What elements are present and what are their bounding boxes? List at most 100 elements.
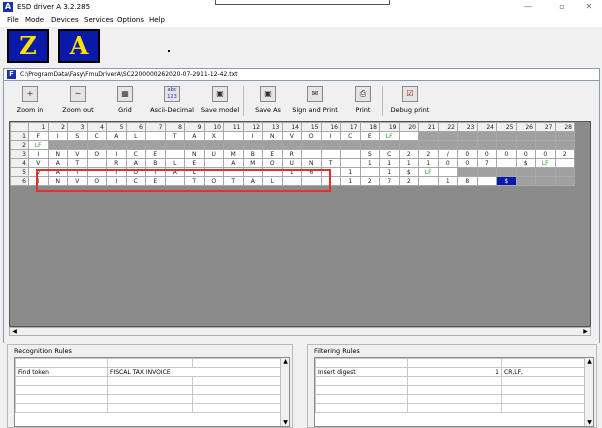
save-model-button[interactable]: ▣ Save model [200, 84, 240, 118]
byte-cell[interactable]: M [223, 149, 244, 159]
byte-cell[interactable]: N [184, 149, 205, 159]
byte-cell[interactable]: N [262, 131, 283, 141]
byte-grid[interactable]: 1 2 3 4 5 6 7 8 9 10 11 12 13 14 15 16 17 18 19 20 21 22 23 24 2… [9, 121, 591, 327]
vertical-scrollbar[interactable]: ▲ ▼ [584, 358, 593, 426]
byte-cell[interactable]: 1 [359, 158, 380, 168]
byte-cell[interactable] [301, 140, 322, 150]
byte-cell[interactable] [379, 140, 400, 150]
ascii-decimal-button[interactable]: abc 123 Ascii-Decimal [146, 84, 198, 118]
column-header[interactable]: 12 [242, 122, 263, 132]
byte-cell[interactable] [106, 140, 127, 150]
byte-cell[interactable]: A [223, 158, 244, 168]
byte-cell[interactable] [145, 140, 166, 150]
byte-cell[interactable] [418, 176, 439, 186]
restore-button[interactable]: ▫ [549, 1, 575, 13]
column-header[interactable]: 10 [203, 122, 224, 132]
byte-cell[interactable]: C [125, 149, 146, 159]
byte-cell[interactable]: A [184, 131, 205, 141]
byte-cell[interactable]: E [262, 149, 283, 159]
byte-cell[interactable]: 1 [379, 167, 400, 177]
byte-cell[interactable]: LF [535, 158, 556, 168]
column-header[interactable]: 19 [379, 122, 400, 132]
byte-cell[interactable] [223, 131, 244, 141]
byte-cell[interactable] [515, 131, 536, 141]
byte-cell[interactable]: 8 [457, 176, 478, 186]
byte-cell[interactable] [457, 140, 478, 150]
byte-cell[interactable] [47, 140, 68, 150]
byte-cell[interactable]: $ [515, 158, 536, 168]
byte-cell[interactable]: N [47, 149, 68, 159]
byte-cell[interactable] [184, 140, 205, 150]
grid-row[interactable]: 4 V A T R A B L E A M O U N T 1 1 1 1 0 0 7 $ LF [10, 158, 575, 168]
byte-cell[interactable] [418, 131, 439, 141]
byte-cell[interactable] [398, 131, 419, 141]
byte-cell[interactable]: U [203, 149, 224, 159]
byte-cell[interactable] [496, 140, 517, 150]
byte-cell[interactable]: 1 [340, 176, 361, 186]
byte-cell[interactable]: 0 [476, 149, 497, 159]
column-header[interactable]: 21 [418, 122, 439, 132]
byte-cell[interactable]: 2 [398, 149, 419, 159]
column-header[interactable]: 20 [398, 122, 419, 132]
byte-cell[interactable]: I [320, 131, 341, 141]
a-mode-button[interactable]: A [58, 29, 100, 63]
byte-cell[interactable]: 7 [476, 158, 497, 168]
byte-cell[interactable]: I [106, 149, 127, 159]
byte-cell[interactable] [86, 140, 107, 150]
byte-cell[interactable]: E [145, 149, 166, 159]
column-header[interactable]: 16 [320, 122, 341, 132]
byte-cell[interactable]: T [67, 158, 88, 168]
column-header[interactable]: 1 [28, 122, 49, 132]
byte-cell[interactable]: V [281, 131, 302, 141]
table-row[interactable]: Insert digest 1 CR,LF, [315, 367, 587, 377]
byte-cell[interactable]: B [145, 158, 166, 168]
byte-cell[interactable] [223, 140, 244, 150]
column-header[interactable]: 13 [262, 122, 283, 132]
byte-cell[interactable] [515, 140, 536, 150]
byte-cell[interactable] [535, 176, 556, 186]
byte-cell[interactable] [67, 140, 88, 150]
byte-cell[interactable]: $ [496, 176, 517, 186]
byte-cell[interactable] [203, 158, 224, 168]
byte-cell[interactable] [496, 131, 517, 141]
vertical-scrollbar[interactable]: ▲ ▼ [280, 358, 289, 426]
byte-cell[interactable]: A [125, 158, 146, 168]
byte-cell[interactable] [340, 149, 361, 159]
byte-cell[interactable] [476, 131, 497, 141]
byte-cell[interactable]: A [47, 158, 68, 168]
column-header[interactable]: 6 [125, 122, 146, 132]
byte-cell[interactable]: 0 [437, 158, 458, 168]
save-as-button[interactable]: ▣ Save As [250, 84, 286, 118]
byte-cell[interactable]: S [359, 149, 380, 159]
byte-cell[interactable] [457, 131, 478, 141]
menu-mode[interactable]: Mode [25, 15, 44, 26]
byte-cell[interactable] [86, 158, 107, 168]
column-header[interactable]: 14 [281, 122, 302, 132]
scroll-down-icon[interactable]: ▼ [585, 419, 594, 426]
print-button[interactable]: ⎙ Print [348, 84, 378, 118]
menu-help[interactable]: Help [149, 15, 165, 26]
horizontal-scrollbar[interactable]: ◀ ▶ [9, 327, 591, 336]
filtering-rules-table[interactable]: Insert digest 1 CR,LF, ▲ ▼ [314, 357, 594, 427]
byte-cell[interactable]: O [262, 158, 283, 168]
byte-cell[interactable]: O [86, 149, 107, 159]
byte-cell[interactable] [515, 167, 536, 177]
byte-cell[interactable] [340, 140, 361, 150]
byte-cell[interactable] [437, 140, 458, 150]
scroll-up-icon[interactable]: ▲ [281, 358, 290, 365]
byte-cell[interactable]: / [437, 149, 458, 159]
column-header[interactable]: 15 [301, 122, 322, 132]
column-header[interactable]: 8 [164, 122, 185, 132]
byte-cell[interactable] [554, 167, 575, 177]
column-header[interactable]: 22 [437, 122, 458, 132]
byte-cell[interactable]: E [359, 131, 380, 141]
recognition-rules-table[interactable]: Find token FISCAL TAX INVOICE ▲ ▼ [14, 357, 290, 427]
menu-file[interactable]: File [7, 15, 19, 26]
byte-cell[interactable]: 2 [554, 149, 575, 159]
byte-cell[interactable] [262, 140, 283, 150]
byte-cell[interactable] [242, 140, 263, 150]
column-header[interactable]: 2 [47, 122, 68, 132]
byte-cell[interactable]: V [67, 149, 88, 159]
byte-cell[interactable]: LF [418, 167, 439, 177]
byte-cell[interactable]: 0 [457, 149, 478, 159]
